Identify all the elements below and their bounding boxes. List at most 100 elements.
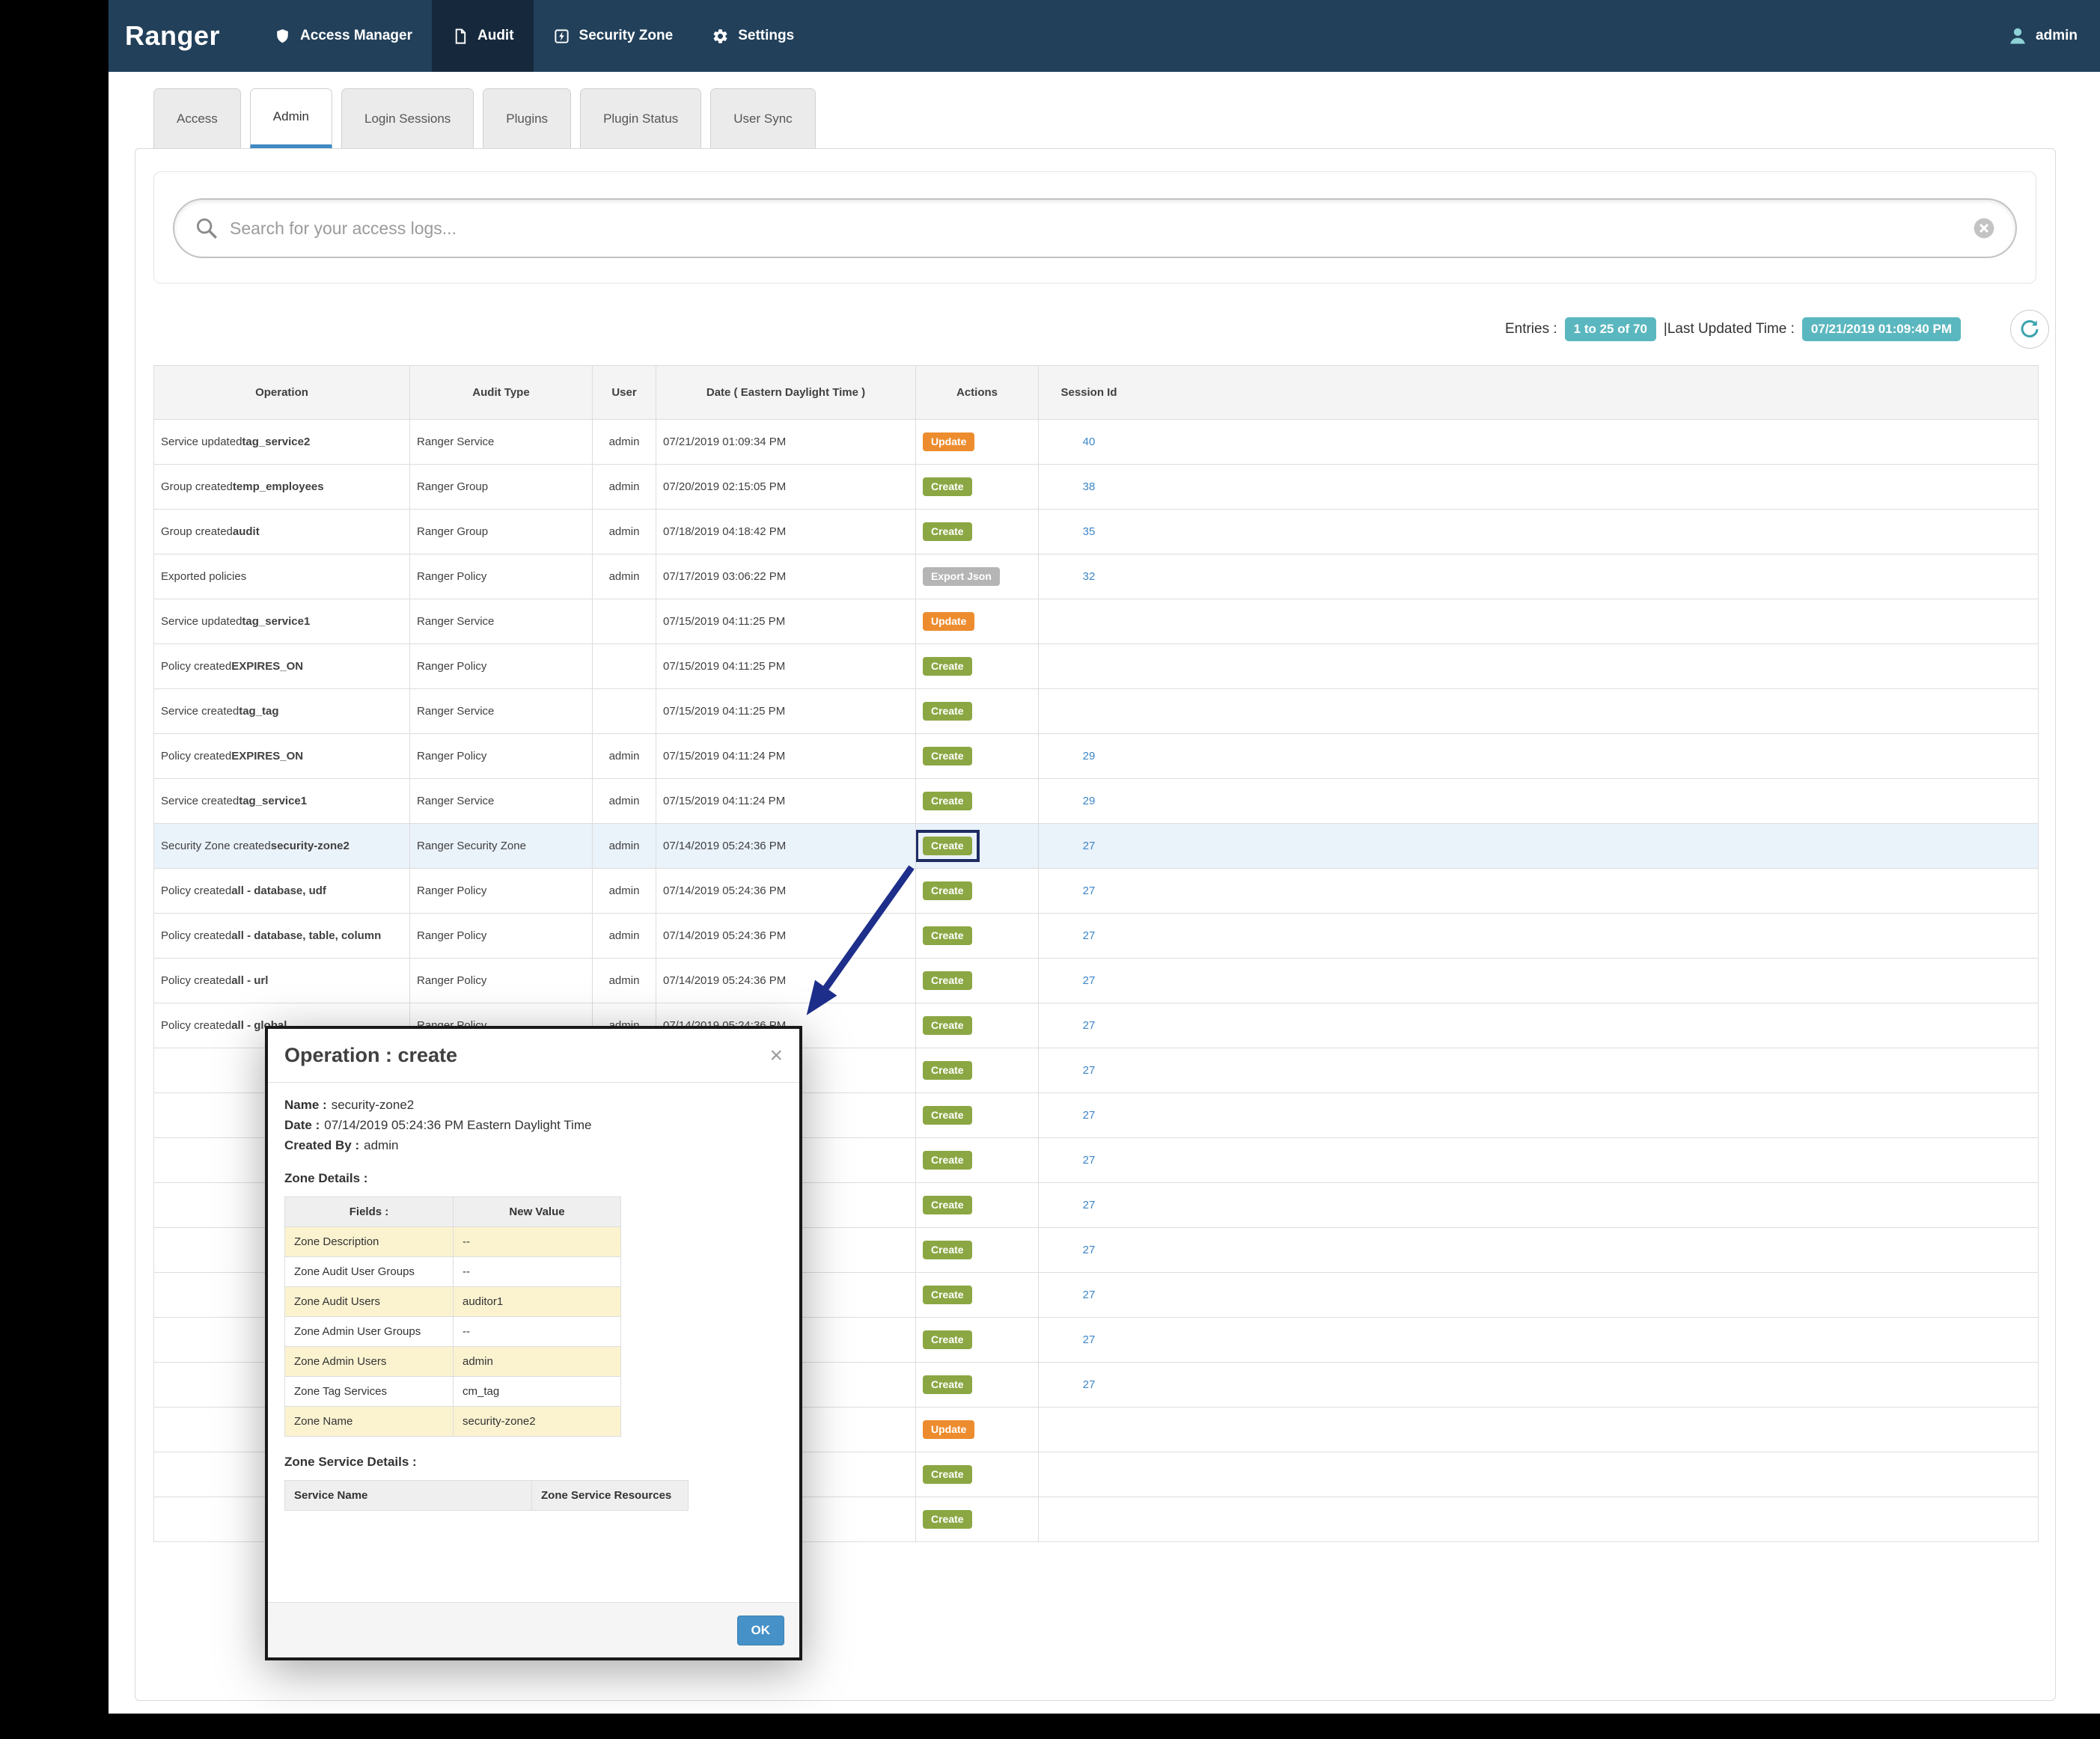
export-action-badge[interactable]: Export Json <box>923 566 1000 587</box>
create-action-badge[interactable]: Create <box>923 1509 972 1529</box>
zone-field-value: -- <box>453 1256 621 1287</box>
session-id-link[interactable]: 35 <box>1083 525 1096 538</box>
session-id-link[interactable]: 27 <box>1083 840 1096 852</box>
create-action-badge[interactable]: Create <box>923 791 972 811</box>
session-id-link[interactable]: 27 <box>1083 1064 1096 1077</box>
session-id-link[interactable]: 29 <box>1083 750 1096 762</box>
nav-item-audit[interactable]: Audit <box>432 0 534 72</box>
session-id-link[interactable]: 27 <box>1083 1378 1096 1391</box>
audit-type-cell: Ranger Group <box>410 465 593 509</box>
session-id-link[interactable]: 32 <box>1083 570 1096 583</box>
zone-field-name: Zone Admin Users <box>284 1346 454 1377</box>
audit-type-cell: Ranger Service <box>410 599 593 644</box>
zone-field-value: -- <box>453 1226 621 1257</box>
tab-admin[interactable]: Admin <box>249 88 332 148</box>
create-action-badge[interactable]: Create <box>923 881 972 901</box>
search-input[interactable] <box>230 218 1962 239</box>
create-action-badge[interactable]: Create <box>923 1150 972 1170</box>
session-id-link[interactable]: 27 <box>1083 1154 1096 1167</box>
create-action-badge[interactable]: Create <box>923 1195 972 1215</box>
date-cell: 07/14/2019 05:24:36 PM <box>656 869 916 913</box>
create-action-badge[interactable]: Create <box>923 971 972 991</box>
tab-login-sessions[interactable]: Login Sessions <box>341 88 474 148</box>
zone-field-name: Zone Audit User Groups <box>284 1256 454 1287</box>
create-action-badge[interactable]: Create <box>923 1240 972 1260</box>
table-header-row: Operation Audit Type User Date ( Eastern Da… <box>153 365 2039 420</box>
modal-meta-line: Name : security-zone2 <box>284 1098 783 1113</box>
filler-cell <box>1139 914 2038 958</box>
create-action-badge[interactable]: Create <box>923 1285 972 1305</box>
session-id-link[interactable]: 40 <box>1083 435 1096 448</box>
session-id-link[interactable]: 27 <box>1083 1109 1096 1122</box>
update-action-badge[interactable]: Update <box>923 1419 975 1440</box>
date-cell: 07/15/2019 04:11:24 PM <box>656 734 916 778</box>
actions-cell: Create <box>916 1363 1039 1407</box>
create-action-badge[interactable]: Create <box>923 477 972 497</box>
filler-cell <box>1139 1228 2038 1272</box>
operation-cell: Security Zone created security-zone2 <box>154 824 410 868</box>
create-action-badge[interactable]: Create <box>923 1060 972 1081</box>
close-icon[interactable]: × <box>769 1044 783 1067</box>
create-action-badge[interactable]: Create <box>923 1330 972 1350</box>
session-id-link[interactable]: 38 <box>1083 480 1096 493</box>
navbar: Ranger Access Manager Audit Security Zone S… <box>109 0 2100 72</box>
update-action-badge[interactable]: Update <box>923 611 975 632</box>
tab-access[interactable]: Access <box>153 88 241 148</box>
date-cell: 07/14/2019 05:24:36 PM <box>656 824 916 868</box>
session-id-link[interactable]: 27 <box>1083 929 1096 942</box>
app-window: Ranger Access Manager Audit Security Zone S… <box>109 0 2100 1714</box>
zone-field-value: security-zone2 <box>453 1406 621 1437</box>
create-action-badge[interactable]: Create <box>923 656 972 676</box>
session-id-link[interactable]: 27 <box>1083 884 1096 897</box>
ok-button[interactable]: OK <box>736 1615 784 1645</box>
clear-search-icon[interactable] <box>1972 216 1996 240</box>
session-id-cell <box>1039 1452 1139 1497</box>
operation-cell: Exported policies <box>154 554 410 599</box>
table-row: Group created temp_employees Ranger Group… <box>153 465 2039 510</box>
session-id-link[interactable]: 27 <box>1083 1289 1096 1301</box>
create-action-badge[interactable]: Create <box>923 522 972 542</box>
create-action-badge[interactable]: Create <box>923 1015 972 1036</box>
new-value-column-header: New Value <box>453 1196 621 1227</box>
session-id-link[interactable]: 29 <box>1083 795 1096 807</box>
actions-cell: Create <box>916 824 1039 868</box>
create-action-badge[interactable]: Create <box>923 701 972 721</box>
actions-cell: Create <box>916 734 1039 778</box>
session-id-link[interactable]: 27 <box>1083 1019 1096 1032</box>
gear-icon <box>712 28 729 45</box>
create-action-badge[interactable]: Create <box>923 1375 972 1395</box>
filler-cell <box>1139 420 2038 464</box>
table-row: Service created tag_tag Ranger Service 07/… <box>153 689 2039 734</box>
session-id-link[interactable]: 27 <box>1083 1199 1096 1211</box>
create-action-badge[interactable]: Create <box>923 836 972 856</box>
search-box[interactable] <box>173 198 2017 258</box>
refresh-button[interactable] <box>2010 310 2049 349</box>
audit-type-cell: Ranger Policy <box>410 869 593 913</box>
table-row: Policy created EXPIRES_ON Ranger Policy ad… <box>153 734 2039 779</box>
create-action-badge[interactable]: Create <box>923 926 972 946</box>
filler-cell <box>1139 1048 2038 1092</box>
session-id-cell: 32 <box>1039 554 1139 599</box>
session-id-link[interactable]: 27 <box>1083 974 1096 987</box>
create-action-badge[interactable]: Create <box>923 1464 972 1485</box>
create-action-badge[interactable]: Create <box>923 1105 972 1125</box>
actions-cell: Create <box>916 1048 1039 1092</box>
navbar-menu: Access Manager Audit Security Zone Settings <box>254 0 814 72</box>
table-row: Policy created EXPIRES_ON Ranger Policy 07… <box>153 644 2039 689</box>
date-cell: 07/15/2019 04:11:25 PM <box>656 644 916 688</box>
filler-cell <box>1139 1318 2038 1362</box>
nav-item-settings[interactable]: Settings <box>692 0 814 72</box>
table-row: Policy created all - database, udf Ranger… <box>153 869 2039 914</box>
tab-plugin-status[interactable]: Plugin Status <box>580 88 702 148</box>
nav-item-access-manager[interactable]: Access Manager <box>254 0 432 72</box>
tab-plugins[interactable]: Plugins <box>483 88 572 148</box>
session-id-link[interactable]: 27 <box>1083 1244 1096 1256</box>
create-action-badge[interactable]: Create <box>923 746 972 766</box>
update-action-badge[interactable]: Update <box>923 432 975 452</box>
actions-cell: Create <box>916 914 1039 958</box>
tab-user-sync[interactable]: User Sync <box>710 88 816 148</box>
session-id-link[interactable]: 27 <box>1083 1333 1096 1346</box>
user-cell <box>593 599 656 644</box>
user-menu[interactable]: admin <box>2007 25 2100 46</box>
nav-item-security-zone[interactable]: Security Zone <box>534 0 693 72</box>
